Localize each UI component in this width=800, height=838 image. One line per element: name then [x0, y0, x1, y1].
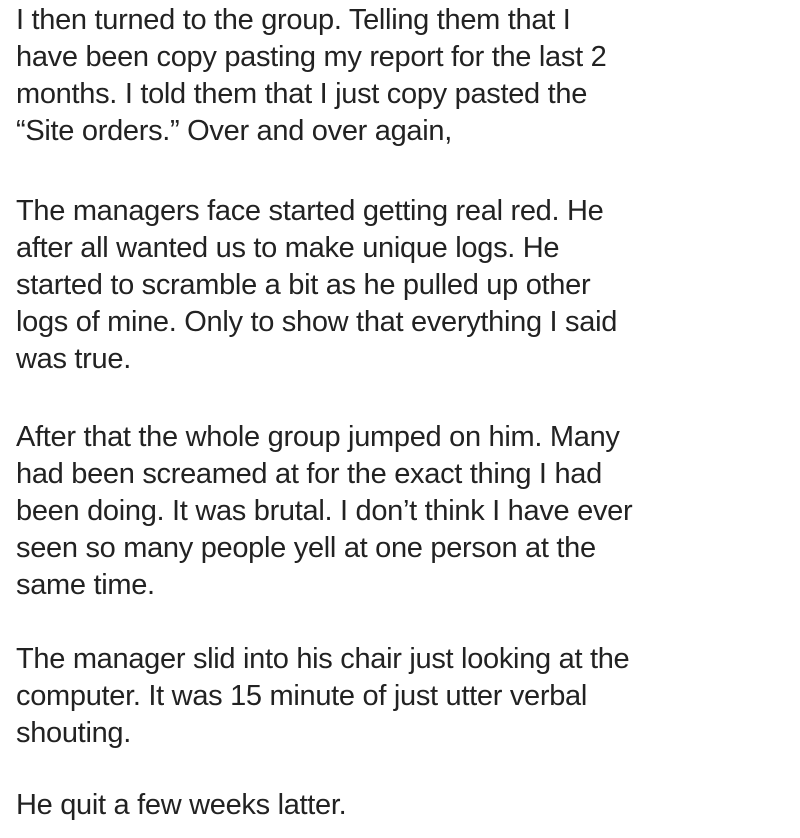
text-line: After that the whole group jumped on him…	[16, 421, 620, 453]
text-line: computer. It was 15 minute of just utter…	[16, 680, 588, 712]
text-line: had been screamed at for the exact thing…	[16, 458, 602, 490]
paragraph-5: He quit a few weeks latter.	[16, 787, 347, 824]
text-line: seen so many people yell at one person a…	[16, 532, 596, 564]
paragraph-1: I then turned to the group. Telling them…	[16, 2, 607, 150]
text-line: shouting.	[16, 717, 131, 749]
paragraph-2: The managers face started getting real r…	[16, 193, 617, 378]
text-line: The manager slid into his chair just loo…	[16, 643, 630, 675]
page: { "paragraphs": [ { "lines": [ "I then t…	[0, 0, 800, 838]
text-line: started to scramble a bit as he pulled u…	[16, 269, 591, 301]
text-line: “Site orders.” Over and over again,	[16, 115, 452, 147]
text-line: same time.	[16, 569, 155, 601]
text-line: have been copy pasting my report for the…	[16, 41, 607, 73]
paragraph-3: After that the whole group jumped on him…	[16, 419, 633, 604]
text-line: months. I told them that I just copy pas…	[16, 78, 588, 110]
text-line: I then turned to the group. Telling them…	[16, 4, 571, 36]
text-line: after all wanted us to make unique logs.…	[16, 232, 560, 264]
text-line: logs of mine. Only to show that everythi…	[16, 306, 618, 338]
text-line: was true.	[16, 343, 131, 375]
text-line: been doing. It was brutal. I don’t think…	[16, 495, 633, 527]
text-line: The managers face started getting real r…	[16, 195, 604, 227]
text-line: He quit a few weeks latter.	[16, 789, 347, 821]
paragraph-4: The manager slid into his chair just loo…	[16, 641, 630, 752]
